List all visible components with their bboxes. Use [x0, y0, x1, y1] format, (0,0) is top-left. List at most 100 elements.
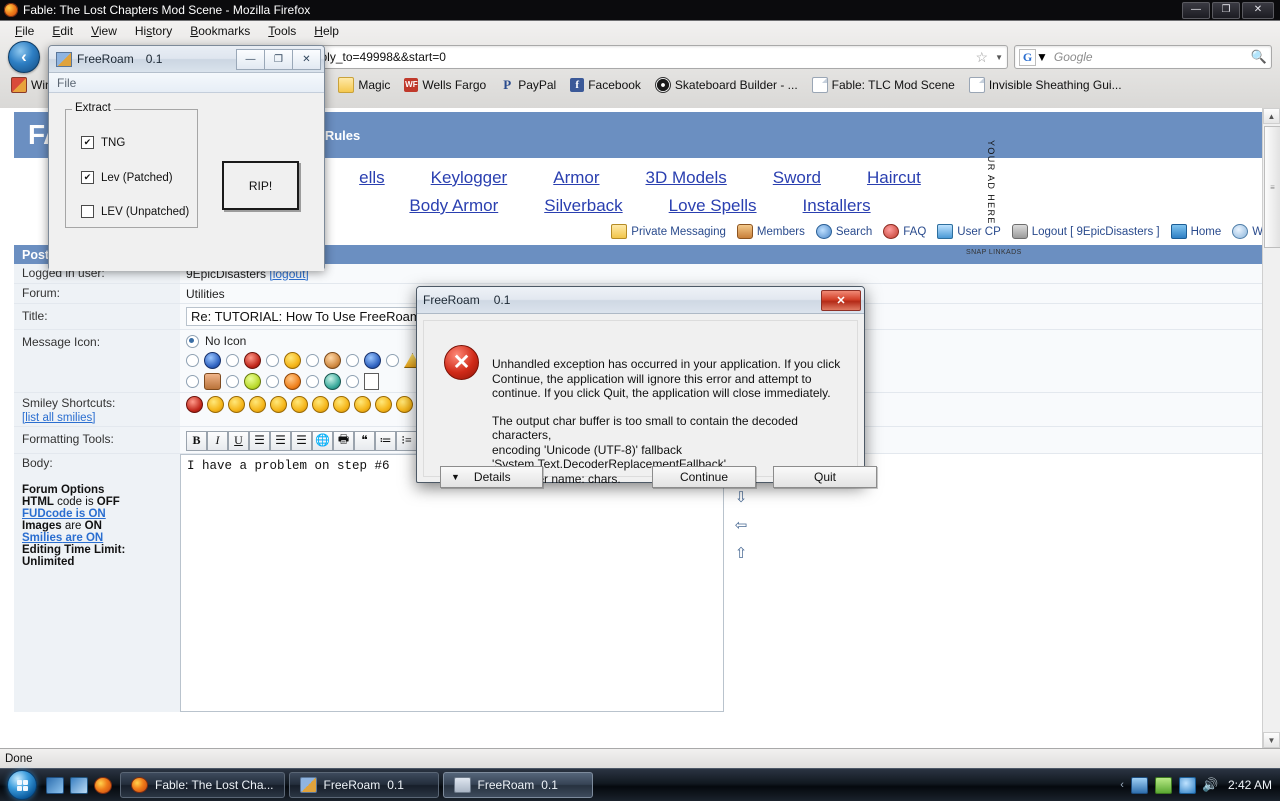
freeroam-titlebar[interactable]: FreeRoam 0.1 — ❐ ✕ — [49, 46, 324, 73]
smiley-surprised-icon[interactable] — [284, 373, 301, 390]
smiley-shortcut-icon[interactable] — [333, 396, 350, 413]
search-icon[interactable]: 🔍 — [1251, 49, 1267, 65]
menu-file[interactable]: File — [6, 22, 43, 40]
search-bar[interactable]: G ▼ Google 🔍 — [1014, 45, 1272, 69]
forum-option-smilies[interactable]: Smilies are ON — [22, 532, 180, 544]
taskbar-item-freeroam-dialog[interactable]: FreeRoam 0.1 — [443, 772, 593, 798]
radio-icon[interactable] — [186, 354, 199, 367]
menu-tools[interactable]: Tools — [259, 22, 305, 40]
maximize-button[interactable]: ❐ — [1212, 2, 1240, 19]
checkbox-row-lev-unpatched[interactable]: LEV (Unpatched) — [66, 205, 197, 218]
smiley-grin-icon[interactable] — [324, 373, 341, 390]
nav-link-sword[interactable]: Sword — [773, 168, 821, 188]
smiley-lime-icon[interactable] — [244, 373, 261, 390]
network2-icon[interactable] — [1179, 777, 1196, 794]
checkbox-row-tng[interactable]: ✔ TNG — [66, 136, 197, 149]
align-right-button[interactable]: ☰ — [291, 431, 312, 451]
align-left-button[interactable]: ☰ — [249, 431, 270, 451]
bold-button[interactable]: B — [186, 431, 207, 451]
checkbox-tng[interactable]: ✔ — [81, 136, 94, 149]
radio-icon[interactable] — [226, 375, 239, 388]
radio-icon[interactable] — [346, 354, 359, 367]
quit-button[interactable]: Quit — [773, 466, 877, 488]
util-private-messaging[interactable]: Private Messaging — [611, 224, 726, 239]
smiley-cool-icon[interactable] — [324, 352, 341, 369]
radio-icon[interactable] — [186, 375, 199, 388]
error-dialog[interactable]: FreeRoam 0.1 ✕ ✕ Unhandled exception has… — [416, 286, 865, 483]
italic-button[interactable]: I — [207, 431, 228, 451]
taskbar-clock[interactable]: 2:42 AM — [1225, 778, 1272, 792]
list-bullet-icon[interactable]: ⁝≡ — [396, 431, 417, 451]
scroll-down-button[interactable]: ▼ — [1263, 732, 1280, 748]
bookmark-item[interactable]: WFWells Fargo — [397, 76, 493, 94]
volume-icon[interactable]: 🔊 — [1203, 778, 1218, 793]
menu-bookmarks[interactable]: Bookmarks — [181, 22, 259, 40]
checkbox-lev-unpatched[interactable] — [81, 205, 94, 218]
taskbar-item-freeroam[interactable]: FreeRoam 0.1 — [289, 772, 439, 798]
smiley-red-icon[interactable] — [244, 352, 261, 369]
minimize-button[interactable]: — — [1182, 2, 1210, 19]
radio-icon[interactable] — [346, 375, 359, 388]
rip-button[interactable]: RIP! — [222, 161, 299, 210]
smiley-shortcut-icon[interactable] — [228, 396, 245, 413]
smiley-shortcut-icon[interactable] — [354, 396, 371, 413]
google-icon[interactable]: G — [1019, 49, 1036, 66]
bookmark-star-icon[interactable]: ☆ — [976, 49, 992, 66]
freeroam-close-button[interactable]: ✕ — [292, 49, 321, 70]
tray-expand-icon[interactable]: ‹ — [1120, 779, 1124, 791]
bookmark-item[interactable]: fFacebook — [563, 76, 648, 94]
back-button[interactable]: ‹ — [8, 41, 40, 73]
taskbar-item-firefox[interactable]: Fable: The Lost Cha... — [120, 772, 285, 798]
body-textarea[interactable]: I have a problem on step #6 — [180, 454, 724, 712]
details-button[interactable]: ▼ Details — [440, 466, 543, 488]
continue-button[interactable]: Continue — [652, 466, 756, 488]
util-members[interactable]: Members — [737, 224, 805, 239]
arrow-down-icon[interactable]: ⇩ — [735, 488, 748, 506]
battery-icon[interactable] — [1155, 777, 1172, 794]
smiley-shortcut-icon[interactable] — [396, 396, 413, 413]
smiley-sad-blue-icon[interactable] — [204, 352, 221, 369]
smiley-shortcut-icon[interactable] — [312, 396, 329, 413]
menu-history[interactable]: History — [126, 22, 181, 40]
bookmark-item[interactable]: Invisible Sheathing Gui... — [962, 75, 1129, 95]
nav-link-spells[interactable]: ells — [359, 168, 385, 188]
option-key[interactable]: FUDcode — [22, 508, 72, 520]
util-home[interactable]: Home — [1171, 224, 1222, 239]
underline-button[interactable]: U — [228, 431, 249, 451]
menu-edit[interactable]: Edit — [43, 22, 82, 40]
smiley-shortcut-icon[interactable] — [375, 396, 392, 413]
switch-window-icon[interactable] — [70, 777, 88, 794]
smiley-shortcut-icon[interactable] — [186, 396, 203, 413]
bookmark-item[interactable]: Skateboard Builder - ... — [648, 75, 805, 95]
document-icon[interactable] — [364, 373, 379, 390]
bookmark-item[interactable]: Magic — [331, 75, 397, 95]
network-icon[interactable] — [1131, 777, 1148, 794]
freeroam-menu-file[interactable]: File — [57, 76, 76, 90]
error-dialog-close-button[interactable]: ✕ — [821, 290, 861, 311]
nav-link-haircut[interactable]: Haircut — [867, 168, 921, 188]
menu-help[interactable]: Help — [305, 22, 348, 40]
search-engine-chevron-icon[interactable]: ▼ — [1036, 50, 1048, 64]
smiley-happy-icon[interactable] — [284, 352, 301, 369]
option-key[interactable]: Smilies — [22, 532, 62, 544]
forum-option-fudcode[interactable]: FUDcode is ON — [22, 508, 180, 520]
scrollbar-thumb[interactable]: ≡ — [1264, 126, 1280, 248]
close-button[interactable]: ✕ — [1242, 2, 1274, 19]
util-faq[interactable]: FAQ — [883, 224, 926, 239]
radio-icon[interactable] — [266, 375, 279, 388]
bookmark-item[interactable]: Fable: TLC Mod Scene — [805, 75, 962, 95]
nav-link-3d-models[interactable]: 3D Models — [646, 168, 727, 188]
page-scrollbar[interactable]: ▲ ≡ ▼ — [1262, 108, 1280, 748]
smiley-shortcut-icon[interactable] — [207, 396, 224, 413]
smiley-question-icon[interactable] — [364, 352, 381, 369]
radio-icon[interactable] — [226, 354, 239, 367]
start-button[interactable] — [0, 770, 44, 800]
quote-icon[interactable]: ❝ — [354, 431, 375, 451]
thumbs-down-icon[interactable] — [204, 373, 221, 390]
bookmark-item[interactable]: PPayPal — [493, 76, 563, 94]
checkbox-lev-patched[interactable]: ✔ — [81, 171, 94, 184]
nav-link-body-armor[interactable]: Body Armor — [409, 196, 498, 216]
arrow-left-icon[interactable]: ⇦ — [735, 516, 748, 534]
util-logout[interactable]: Logout [ 9EpicDisasters ] — [1012, 224, 1160, 239]
freeroam-window[interactable]: FreeRoam 0.1 — ❐ ✕ File Extract ✔ TNG ✔ … — [48, 45, 325, 269]
